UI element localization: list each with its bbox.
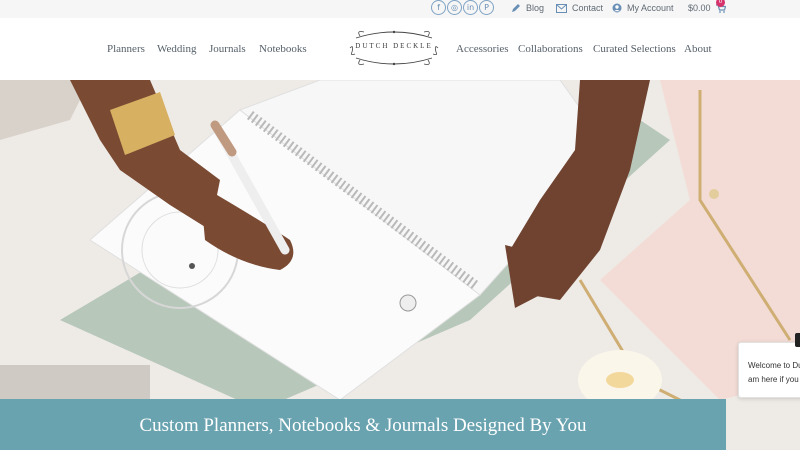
blog-label: Blog [526,3,545,13]
account-link[interactable]: My Account [612,1,674,15]
cart-total: $0.00 [688,3,711,13]
hero-banner: Custom Planners, Notebooks & Journals De… [0,399,726,450]
blog-link[interactable]: Blog [511,1,544,15]
pinterest-icon[interactable]: P [479,0,494,15]
hero-image [0,80,800,450]
nav-planners[interactable]: Planners [107,42,145,56]
top-utility-bar: f ◎ in P Blog Contact My Account $0.00 0 [0,0,800,18]
nav-about[interactable]: About [684,42,712,56]
logo-wordmark: DUTCH DECKLE [355,42,433,50]
site-logo[interactable]: DUTCH DECKLE [346,24,442,72]
instagram-icon[interactable]: ◎ [447,0,462,15]
hero-illustration [0,80,800,450]
social-links: f ◎ in P [431,0,494,16]
nav-wedding[interactable]: Wedding [157,42,196,56]
chat-message-line1: Welcome to Du [748,361,800,370]
contact-link[interactable]: Contact [556,1,603,15]
nav-collaborations[interactable]: Collaborations [518,42,583,56]
chat-close-icon[interactable] [795,333,800,347]
account-label: My Account [627,3,674,13]
facebook-icon[interactable]: f [431,0,446,15]
pencil-icon [512,4,520,12]
contact-label: Contact [572,3,604,13]
linkedin-icon[interactable]: in [463,0,478,15]
banner-headline: Custom Planners, Notebooks & Journals De… [139,415,587,436]
nav-journals[interactable]: Journals [209,42,246,56]
nav-notebooks[interactable]: Notebooks [259,42,307,56]
nav-accessories[interactable]: Accessories [456,42,509,56]
nav-curated-selections[interactable]: Curated Selections [593,42,676,56]
main-header: Planners Wedding Journals Notebooks DUTC… [0,18,800,80]
chat-message-line2: am here if you [748,375,799,384]
chat-popup[interactable]: Welcome to Du am here if you [738,342,800,398]
user-icon [612,3,622,13]
envelope-icon [556,3,567,13]
